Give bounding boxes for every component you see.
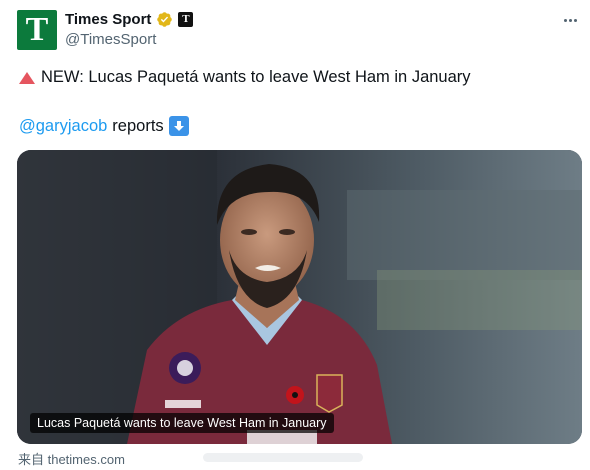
affiliate-badge-icon[interactable]: T bbox=[178, 11, 194, 27]
affiliate-badge-letter: T bbox=[182, 12, 190, 25]
verified-badge-icon bbox=[157, 11, 173, 27]
red-triangle-icon bbox=[19, 71, 35, 84]
player-photo-illustration bbox=[17, 150, 582, 444]
down-arrow-icon bbox=[168, 116, 189, 136]
link-card-image[interactable]: Lucas Paquetá wants to leave West Ham in… bbox=[17, 150, 582, 444]
tweet-line-2: @garyjacob reports bbox=[19, 116, 189, 136]
account-avatar[interactable]: T bbox=[17, 10, 57, 50]
tweet-reports-text: reports bbox=[112, 116, 164, 135]
more-options-icon[interactable] bbox=[560, 12, 580, 28]
avatar-letter: T bbox=[25, 11, 49, 48]
image-caption: Lucas Paquetá wants to leave West Ham in… bbox=[30, 413, 334, 433]
account-handle[interactable]: @TimesSport bbox=[65, 31, 156, 48]
tweet-headline: NEW: Lucas Paquetá wants to leave West H… bbox=[41, 68, 471, 86]
card-source-domain[interactable]: 来自 thetimes.com bbox=[18, 449, 125, 468]
mention-link[interactable]: @garyjacob bbox=[19, 117, 107, 136]
tweet-line-1: NEW: Lucas Paquetá wants to leave West H… bbox=[19, 68, 471, 87]
blurred-overlay bbox=[203, 453, 363, 462]
display-name[interactable]: Times Sport bbox=[65, 11, 151, 28]
account-name-row: Times Sport T bbox=[65, 9, 194, 29]
